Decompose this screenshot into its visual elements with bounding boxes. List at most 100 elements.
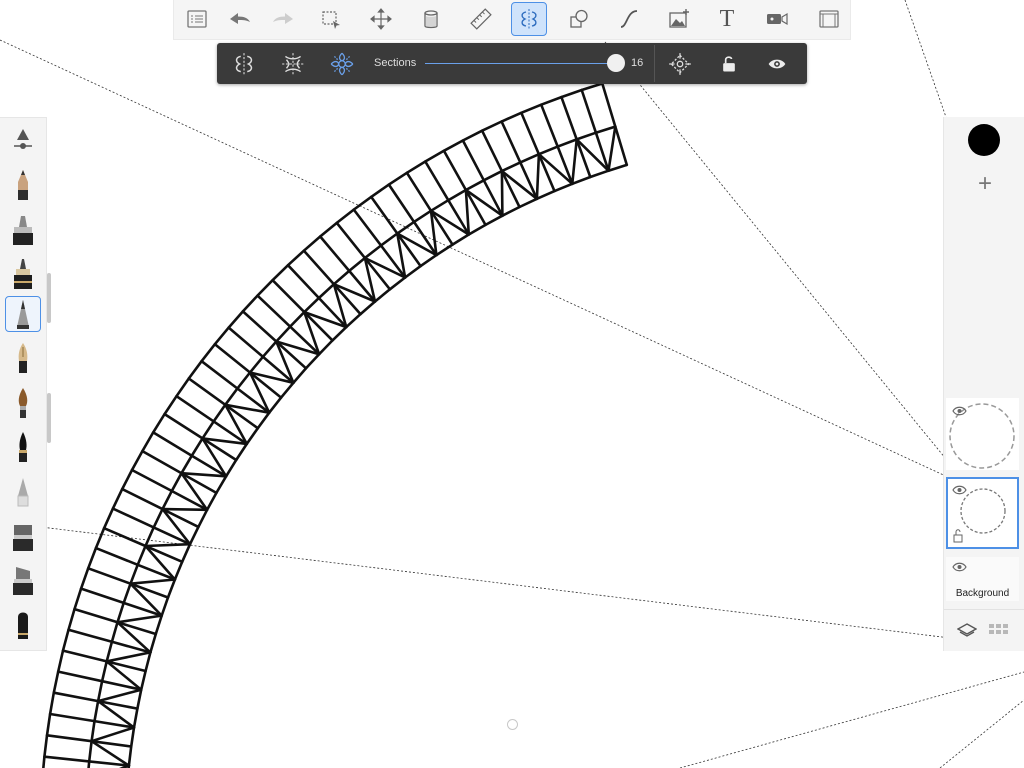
grid-icon[interactable] — [989, 623, 1009, 639]
shapes-icon[interactable] — [561, 2, 597, 36]
truss-member — [600, 82, 617, 128]
truss-member — [227, 326, 265, 359]
frame-icon[interactable] — [811, 2, 847, 36]
truss-member — [96, 688, 143, 703]
text-icon[interactable]: T — [709, 2, 745, 36]
truss-member — [539, 103, 560, 148]
dual-symmetry-icon[interactable] — [278, 49, 308, 79]
truss-member — [129, 578, 177, 586]
truss-member — [442, 149, 468, 192]
sections-slider-thumb[interactable] — [607, 54, 626, 72]
palette-resize-handle[interactable] — [47, 393, 51, 443]
eraser-icon[interactable] — [5, 606, 41, 642]
truss-member — [271, 278, 306, 314]
truss-member — [369, 195, 399, 235]
truss-member — [161, 507, 209, 512]
ink-pen-icon[interactable] — [5, 256, 41, 292]
symmetry-guide-lines — [0, 0, 1024, 768]
pencil-icon[interactable] — [5, 167, 41, 203]
truss-member — [500, 120, 522, 164]
eye-icon[interactable] — [952, 562, 967, 572]
paint-bucket-icon[interactable] — [413, 2, 449, 36]
selection-icon[interactable] — [313, 2, 349, 36]
truss-member — [45, 733, 93, 743]
truss-member — [102, 526, 147, 548]
truss-member — [79, 587, 125, 605]
truss-member — [535, 152, 541, 201]
center-target-icon[interactable] — [665, 49, 695, 79]
drawing-canvas[interactable] — [0, 0, 1024, 768]
truss-member — [144, 542, 192, 548]
truss-member — [151, 431, 194, 458]
palette-resize-handle[interactable] — [47, 273, 51, 323]
truss-member — [56, 670, 104, 683]
truss-member — [256, 294, 292, 328]
truss-member — [480, 129, 504, 173]
truss-member — [111, 507, 155, 529]
fountain-pen-icon[interactable] — [5, 340, 41, 376]
layer-thumbnail[interactable] — [946, 398, 1019, 470]
curve-icon[interactable] — [611, 2, 647, 36]
symmetry-icon[interactable] — [511, 2, 547, 36]
truss-member — [94, 546, 139, 567]
layers-panel-footer — [944, 609, 1024, 652]
truss-member — [405, 171, 433, 213]
truss-member — [105, 651, 152, 663]
truss-chord — [127, 163, 629, 768]
brush-palette — [0, 117, 47, 651]
truss-chord — [87, 125, 617, 768]
layer-name-background: Background — [955, 588, 1010, 599]
radial-symmetry-icon[interactable] — [327, 49, 357, 79]
brush-settings-icon[interactable] — [5, 121, 41, 157]
undo-arrow-icon[interactable] — [222, 2, 258, 36]
top-toolbar: T — [173, 0, 851, 40]
move-arrows-icon[interactable] — [363, 2, 399, 36]
sections-label: Sections — [374, 57, 417, 69]
layers-icon[interactable] — [957, 622, 977, 640]
image-icon[interactable] — [661, 2, 697, 36]
truss-member — [241, 310, 278, 343]
truss-member — [175, 394, 215, 423]
layers-panel: + Background — [943, 117, 1024, 651]
ink-brush-icon[interactable] — [5, 429, 41, 465]
unlock-icon[interactable] — [714, 49, 744, 79]
ruler-icon[interactable] — [463, 2, 499, 36]
truss-member — [423, 160, 450, 202]
panel-divider — [654, 45, 655, 82]
sections-slider-track[interactable] — [425, 63, 620, 64]
truss-member — [335, 221, 367, 260]
list-icon[interactable] — [179, 2, 215, 36]
color-swatch[interactable] — [968, 124, 1000, 156]
truss-member — [302, 249, 336, 286]
truss-member — [73, 607, 119, 624]
add-layer-button[interactable]: + — [974, 172, 996, 196]
text-icon-glyph: T — [719, 5, 735, 32]
truss-member — [607, 125, 617, 172]
wide-marker-icon[interactable] — [5, 562, 41, 598]
truss-member — [187, 377, 227, 407]
airbrush-icon[interactable] — [5, 473, 41, 509]
video-camera-icon[interactable] — [759, 2, 795, 36]
truss-member — [52, 691, 100, 703]
marker-icon[interactable] — [5, 212, 41, 248]
truss-member — [286, 263, 321, 300]
truss-member — [613, 125, 629, 167]
lock-alpha-icon[interactable] — [953, 529, 963, 543]
vertical-symmetry-icon[interactable] — [229, 49, 259, 79]
sections-value: 16 — [631, 57, 644, 69]
eye-icon[interactable] — [952, 406, 967, 416]
truss-member — [67, 628, 114, 644]
truss-member — [560, 95, 579, 141]
loading-indicator — [507, 719, 518, 730]
chisel-marker-icon[interactable] — [5, 518, 41, 554]
redo-arrow-icon[interactable] — [265, 2, 301, 36]
truss-member — [570, 138, 579, 186]
layer-thumbnail-selected[interactable] — [946, 477, 1019, 549]
truss-member — [48, 712, 96, 723]
eye-icon[interactable] — [762, 49, 792, 79]
eye-icon[interactable] — [952, 485, 967, 495]
truss-member — [500, 169, 504, 217]
ballpoint-pen-icon[interactable] — [5, 296, 41, 332]
truss-member — [116, 614, 163, 624]
paint-brush-icon[interactable] — [5, 385, 41, 421]
